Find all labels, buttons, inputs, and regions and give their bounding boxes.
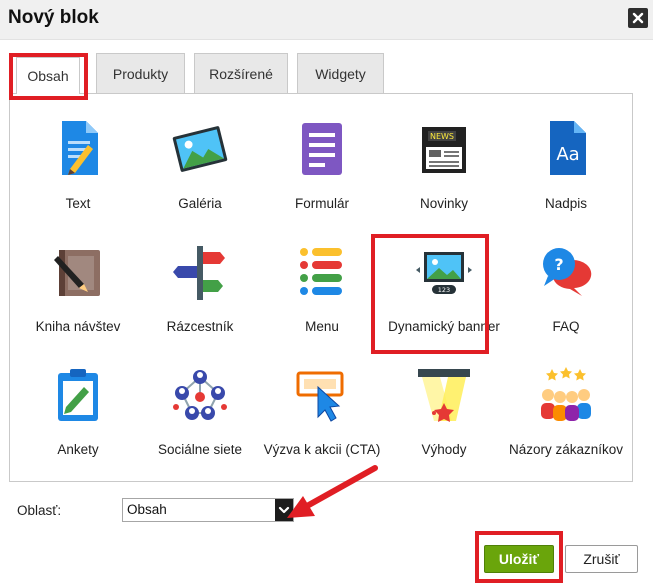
faq-icon: ?: [543, 248, 592, 296]
block-label: Sociálne siete: [157, 442, 243, 457]
block-benefits[interactable]: Výhody: [383, 363, 505, 459]
block-label: Výzva k akcii (CTA): [263, 442, 381, 457]
block-label: Text: [65, 196, 91, 211]
block-poll[interactable]: Ankety: [17, 363, 139, 459]
block-dynamic-banner[interactable]: 123 Dynamický banner: [383, 240, 505, 336]
svg-text:123: 123: [438, 286, 450, 294]
svg-text:NEWS: NEWS: [430, 132, 454, 141]
close-icon: [632, 12, 644, 24]
block-label: Nadpis: [544, 196, 588, 211]
heading-icon: Aa: [550, 121, 586, 175]
block-label: Názory zákazníkov: [508, 442, 624, 457]
block-guestbook[interactable]: Kniha návštev: [17, 240, 139, 336]
block-label: Výhody: [421, 442, 467, 457]
block-label: Dynamický banner: [388, 319, 500, 334]
tab-widgety[interactable]: Widgety: [297, 53, 384, 93]
block-gallery[interactable]: Galéria: [139, 117, 261, 213]
block-call-to-action[interactable]: Výzva k akcii (CTA): [261, 363, 383, 459]
block-label: Ankety: [57, 442, 99, 457]
block-testimonials[interactable]: Názory zákazníkov: [505, 363, 627, 459]
blocks-panel: Text Galéria Formulár NEWS Novinky Aa Na…: [9, 93, 633, 482]
area-select[interactable]: Obsah: [122, 498, 294, 522]
testimonials-icon: [541, 367, 591, 421]
cancel-button[interactable]: Zrušiť: [565, 545, 638, 573]
gallery-icon: [172, 126, 228, 172]
dynamic-banner-icon: 123: [416, 252, 472, 294]
tab-label: Rozšírené: [209, 65, 273, 82]
dialog-title: Nový blok: [8, 7, 99, 28]
tab-produkty[interactable]: Produkty: [96, 53, 185, 93]
text-document-icon: [62, 121, 98, 175]
form-icon: [302, 123, 342, 175]
block-label: Formulár: [294, 196, 349, 211]
svg-text:?: ?: [554, 255, 563, 274]
close-button[interactable]: [628, 8, 648, 28]
news-icon: NEWS: [422, 127, 466, 173]
benefits-icon: [418, 369, 470, 422]
block-label: Galéria: [178, 196, 222, 211]
block-news[interactable]: NEWS Novinky: [383, 117, 505, 213]
social-network-icon: [173, 370, 227, 420]
call-to-action-icon: [296, 371, 344, 422]
dialog-titlebar: Nový blok: [0, 0, 653, 40]
tab-label: Produkty: [112, 65, 169, 82]
tab-label: Widgety: [315, 65, 366, 82]
block-label: Kniha návštev: [35, 319, 121, 334]
block-label: Menu: [305, 319, 339, 334]
signpost-icon: [173, 246, 225, 300]
block-menu[interactable]: Menu: [261, 240, 383, 336]
block-label: FAQ: [552, 319, 580, 334]
block-label: Rázcestník: [166, 319, 234, 334]
block-heading[interactable]: Aa Nadpis: [505, 117, 627, 213]
block-form[interactable]: Formulár: [261, 117, 383, 213]
block-label: Novinky: [419, 196, 468, 211]
area-label: Oblasť:: [17, 503, 62, 518]
red-arrow-annotation: [287, 465, 378, 518]
menu-icon: [300, 248, 342, 295]
block-text[interactable]: Text: [17, 117, 139, 213]
area-select-value: Obsah: [127, 502, 167, 517]
tab-label: Obsah: [27, 68, 69, 84]
tab-rozsirene[interactable]: Rozšírené: [194, 53, 288, 93]
poll-icon: [58, 369, 98, 421]
svg-text:Aa: Aa: [556, 144, 579, 165]
tab-obsah[interactable]: Obsah: [16, 57, 80, 94]
block-faq[interactable]: ? FAQ: [505, 240, 627, 336]
save-button[interactable]: Uložiť: [484, 545, 554, 573]
guestbook-icon: [54, 250, 100, 296]
block-signpost[interactable]: Rázcestník: [139, 240, 261, 336]
block-social-networks[interactable]: Sociálne siete: [139, 363, 261, 459]
